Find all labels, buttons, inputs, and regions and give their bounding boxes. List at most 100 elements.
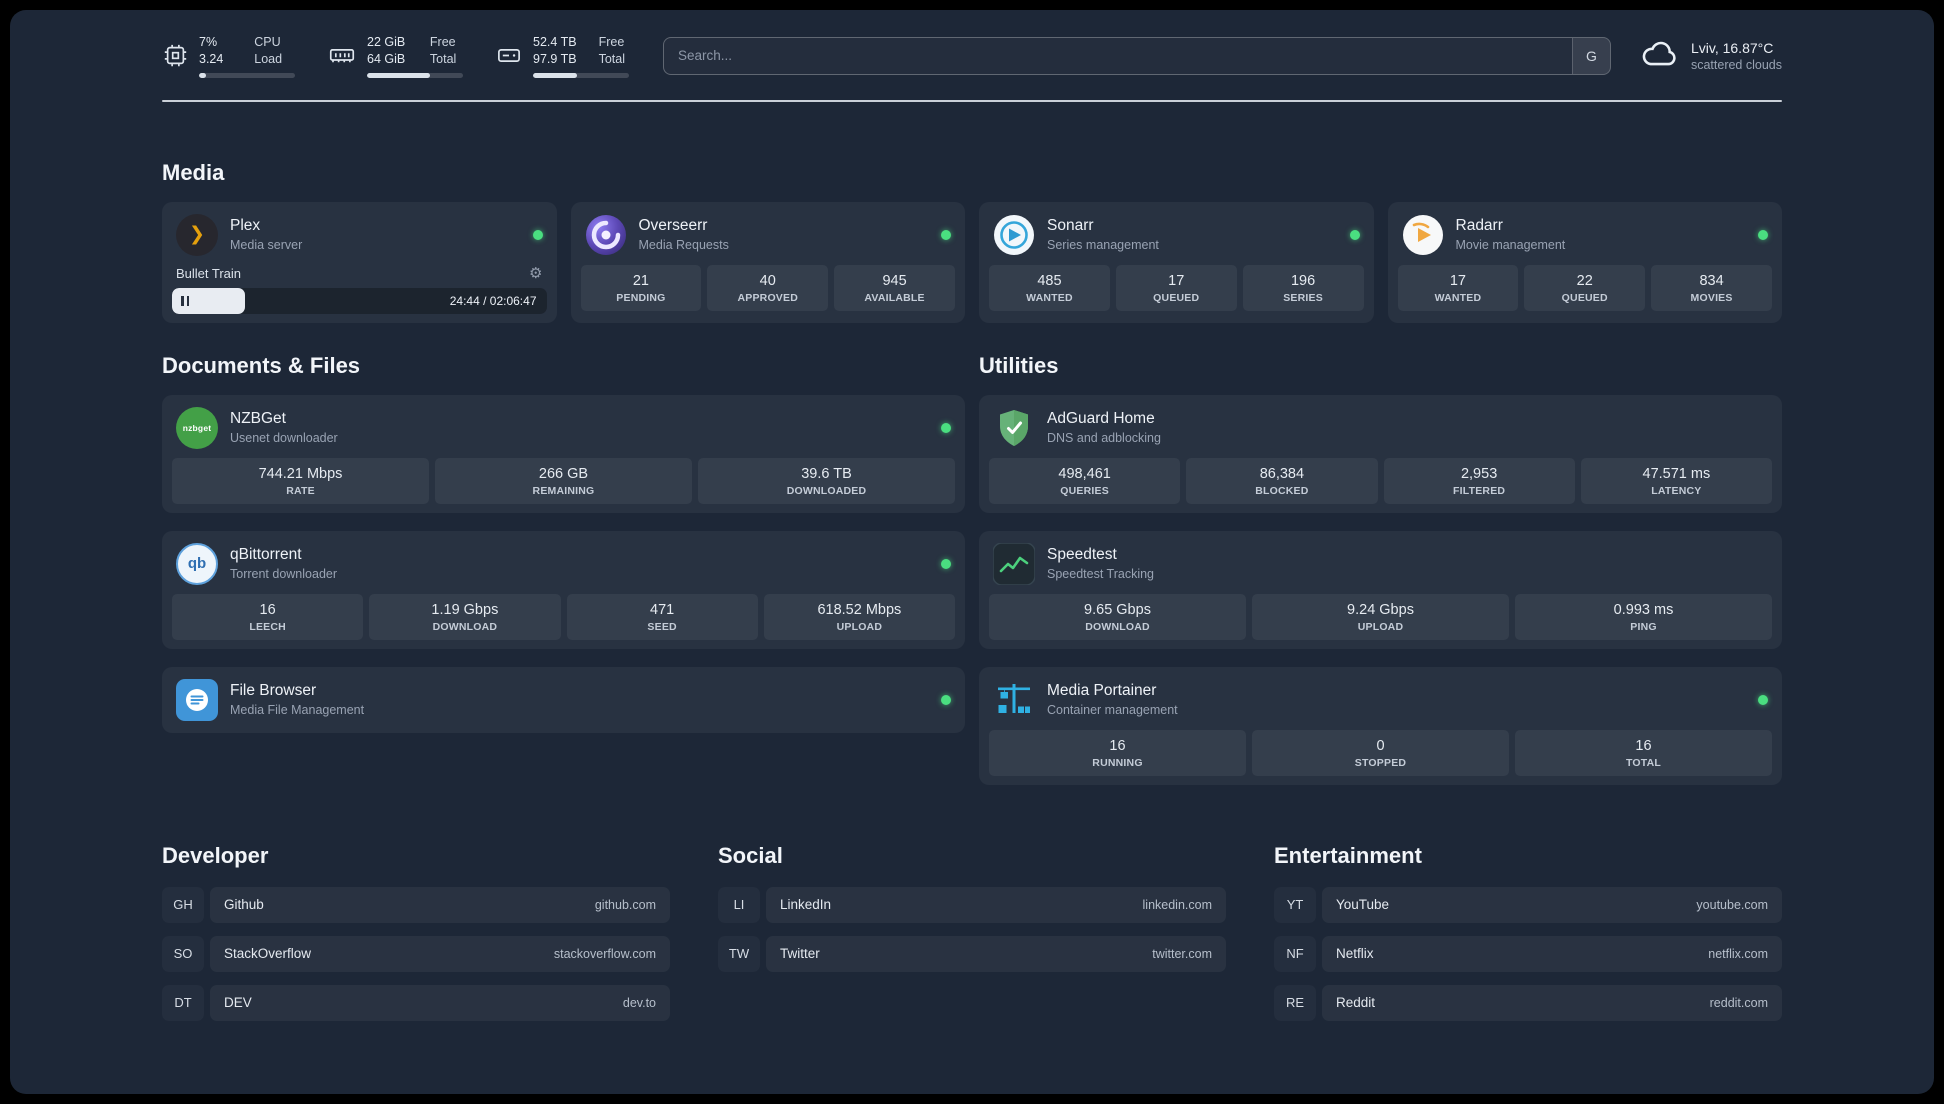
speedtest-icon	[993, 542, 1035, 585]
service-link-portainer[interactable]: Media Portainer Container management	[989, 676, 1772, 730]
bookmark-name: Netflix	[1336, 946, 1374, 961]
ram-label-1: Free	[429, 35, 456, 49]
service-link-adguard[interactable]: AdGuard Home DNS and adblocking	[989, 404, 1772, 458]
service-card-speedtest: Speedtest Speedtest Tracking 9.65 Gbps DO…	[979, 530, 1782, 649]
cpu-load-value: 3.24	[199, 52, 224, 67]
service-link-qbittorrent[interactable]: qb qBittorrent Torrent downloader	[172, 540, 955, 594]
service-name: Sonarr	[1047, 217, 1094, 234]
stat-block: 16 RUNNING	[989, 729, 1246, 776]
stat-value: 17	[1449, 272, 1466, 289]
disk-usage-bar	[533, 72, 629, 78]
bookmark-item[interactable]: RE Reddit reddit.com	[1274, 984, 1782, 1021]
bookmark-abbr: SO	[162, 936, 204, 972]
stat-label: REMAINING	[532, 484, 595, 497]
service-card-qbittorrent: qb qBittorrent Torrent downloader 16 LEEC…	[162, 530, 965, 649]
bookmark-link[interactable]: Twitter twitter.com	[766, 935, 1226, 972]
stat-label: MOVIES	[1690, 291, 1733, 304]
disk-widget: 52.4 TB Free 97.9 TB Total	[495, 34, 629, 78]
status-dot	[941, 422, 951, 433]
service-link-filebrowser[interactable]: File Browser Media File Management	[172, 676, 955, 724]
stat-value: 1.19 Gbps	[431, 601, 499, 618]
stat-value: 39.6 TB	[801, 465, 852, 482]
stat-grid: 744.21 Mbps RATE 266 GB REMAINING 39.6 TB DOW…	[172, 457, 955, 504]
bookmark-link[interactable]: Reddit reddit.com	[1322, 984, 1782, 1021]
stat-block: 744.21 Mbps RATE	[172, 457, 429, 504]
bookmark-link[interactable]: Github github.com	[210, 886, 670, 923]
bookmark-item[interactable]: NF Netflix netflix.com	[1274, 935, 1782, 972]
service-subtitle: Series management	[1047, 238, 1159, 252]
bookmark-link[interactable]: DEV dev.to	[210, 984, 670, 1021]
bookmark-name: Twitter	[780, 946, 820, 961]
stat-label: APPROVED	[737, 291, 798, 304]
media-player-widget: Bullet Train ⚙ 24:44 / 02:06:47	[172, 266, 547, 314]
service-link-radarr[interactable]: Radarr Movie management	[1398, 211, 1773, 265]
stat-value: 16	[259, 601, 276, 618]
bookmark-item[interactable]: LI LinkedIn linkedin.com	[718, 886, 1226, 923]
topbar-divider	[162, 99, 1782, 102]
stat-block: 22 QUEUED	[1524, 264, 1646, 311]
disk-icon	[495, 42, 523, 69]
service-name: Overseerr	[638, 217, 708, 234]
stat-value: 40	[759, 272, 776, 289]
stat-grid: 17 WANTED 22 QUEUED 834 MOVIES	[1397, 264, 1772, 311]
playback-progress-bar[interactable]: 24:44 / 02:06:47	[172, 287, 547, 314]
stat-block: 47.571 ms LATENCY	[1580, 457, 1772, 504]
stat-block: 0.993 ms PING	[1515, 593, 1772, 640]
service-link-plex[interactable]: ❯ Plex Media server	[172, 211, 547, 265]
stat-label: QUEUED	[1153, 291, 1200, 304]
stat-block: 498,461 QUERIES	[989, 457, 1181, 504]
bookmark-abbr: RE	[1274, 985, 1316, 1021]
stat-value: 16	[1635, 737, 1652, 754]
stat-label: SERIES	[1283, 291, 1323, 304]
bookmark-domain: linkedin.com	[1142, 897, 1212, 912]
service-link-overseerr[interactable]: Overseerr Media Requests	[581, 211, 956, 265]
disk-free-value: 52.4 TB	[533, 35, 577, 49]
stat-value: 86,384	[1259, 465, 1305, 482]
player-settings-gear-icon[interactable]: ⚙	[529, 266, 542, 281]
bookmark-domain: github.com	[594, 897, 656, 912]
stat-block: 16 LEECH	[172, 593, 364, 640]
stat-label: SEED	[647, 620, 677, 633]
service-link-sonarr[interactable]: Sonarr Series management	[989, 211, 1364, 265]
bookmarks-row: Developer GH Github github.com SO StackOverf…	[162, 843, 1782, 1021]
stat-label: LATENCY	[1651, 484, 1702, 497]
disk-total-value: 97.9 TB	[533, 52, 577, 67]
search-provider-button[interactable]: G	[1571, 37, 1610, 74]
bookmark-link[interactable]: YouTube youtube.com	[1322, 886, 1782, 923]
stat-value: 618.52 Mbps	[817, 601, 902, 618]
bookmark-domain: stackoverflow.com	[553, 946, 656, 961]
stat-label: WANTED	[1434, 291, 1482, 304]
service-name: AdGuard Home	[1047, 410, 1155, 427]
bookmark-item[interactable]: SO StackOverflow stackoverflow.com	[162, 935, 670, 972]
stat-grid: 21 PENDING 40 APPROVED 945 AVAILABLE	[580, 264, 955, 311]
stat-label: QUEUED	[1561, 291, 1608, 304]
stat-block: 86,384 BLOCKED	[1186, 457, 1378, 504]
disk-label-2: Total	[598, 52, 625, 67]
stat-value: 9.65 Gbps	[1084, 601, 1151, 618]
bookmark-domain: dev.to	[622, 995, 656, 1010]
service-link-speedtest[interactable]: Speedtest Speedtest Tracking	[989, 540, 1772, 594]
bookmark-link[interactable]: Netflix netflix.com	[1322, 935, 1782, 972]
bookmark-item[interactable]: GH Github github.com	[162, 886, 670, 923]
bookmark-link[interactable]: StackOverflow stackoverflow.com	[210, 935, 670, 972]
bookmark-link[interactable]: LinkedIn linkedin.com	[766, 886, 1226, 923]
stat-block: 945 AVAILABLE	[834, 264, 955, 311]
service-link-nzbget[interactable]: nzbget NZBGet Usenet downloader	[172, 404, 955, 458]
stat-label: PENDING	[616, 291, 666, 304]
bookmark-domain: reddit.com	[1709, 995, 1768, 1010]
status-dot	[1349, 229, 1360, 240]
pause-icon[interactable]	[181, 295, 189, 306]
stat-label: DOWNLOAD	[432, 620, 498, 633]
bookmark-item[interactable]: DT DEV dev.to	[162, 984, 670, 1021]
portainer-icon	[993, 679, 1035, 721]
sonarr-icon	[993, 214, 1035, 256]
bookmark-list: GH Github github.com SO StackOverflow stackov…	[162, 886, 670, 1021]
search-input[interactable]	[664, 37, 1572, 74]
service-card-overseerr: Overseerr Media Requests 21 PENDING 40 APPR…	[570, 201, 965, 323]
documents-section: Documents & Files nzbget NZBGet Usenet d…	[162, 353, 965, 733]
stat-label: RUNNING	[1092, 756, 1143, 769]
section-title-utilities: Utilities	[979, 352, 1059, 378]
bookmark-item[interactable]: TW Twitter twitter.com	[718, 935, 1226, 972]
bookmark-item[interactable]: YT YouTube youtube.com	[1274, 886, 1782, 923]
service-card-portainer: Media Portainer Container management 16 R…	[979, 666, 1782, 785]
